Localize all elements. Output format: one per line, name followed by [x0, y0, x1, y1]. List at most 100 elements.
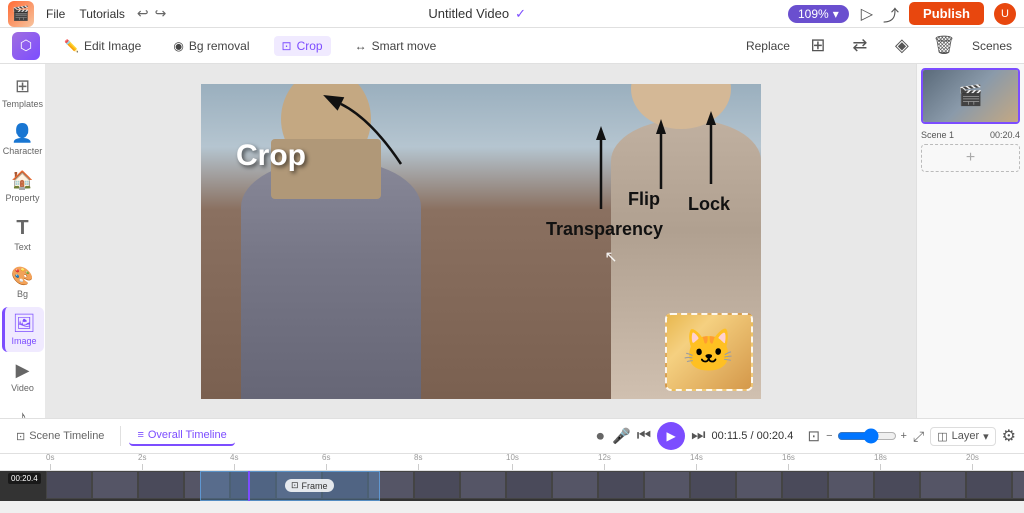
crop-tool[interactable]: ⊡ Crop [274, 36, 331, 56]
film-frame [828, 471, 874, 499]
timeline-controls: ⏺ 🎤 ⏮ ▶ ⏭ 00:11.5 / 00:20.4 ⊡ − + ⤢ ◫ La… [597, 422, 1016, 450]
sidebar-item-templates[interactable]: ⊞ Templates [2, 70, 44, 115]
layer-control[interactable]: ◫ Layer ▾ [930, 427, 995, 446]
ruler-tick-8s: 8s [414, 453, 422, 470]
zoom-out-icon[interactable]: − [826, 430, 832, 442]
toolbar-logo: ⬡ [12, 32, 40, 60]
main-area: ⊞ Templates 👤 Character 🏠 Property T Tex… [0, 64, 1024, 418]
caption-icon[interactable]: ⊡ [808, 427, 821, 445]
smart-move-tool[interactable]: ↔ Smart move [347, 36, 445, 56]
toolbar-right-actions: Replace ⊞ ⇄ ◈ 🗑 Scenes [746, 32, 1012, 60]
filmstrip-playhead [248, 471, 250, 501]
film-frame [644, 471, 690, 499]
layer-icon: ◫ [937, 430, 947, 443]
settings-icon[interactable]: ⚙ [1002, 426, 1016, 446]
character-icon: 👤 [11, 123, 33, 144]
share-icon[interactable]: ⤴ [883, 2, 899, 26]
document-title: Untitled Video ✓ [178, 6, 776, 22]
publish-button[interactable]: Publish [909, 2, 984, 25]
film-frame [414, 471, 460, 499]
skip-back-button[interactable]: ⏮ [637, 427, 651, 445]
cursor-indicator: ↖ [604, 247, 617, 267]
top-bar: 🎬 File Tutorials ↩ ↪ Untitled Video ✓ 10… [0, 0, 1024, 28]
zoom-slider-container: − + [826, 428, 907, 444]
ruler-tick-12s: 12s [598, 453, 611, 470]
film-frame [920, 471, 966, 499]
edit-image-tool[interactable]: ✏️ Edit Image [56, 36, 149, 56]
scene-timeline-icon: ⊡ [16, 430, 25, 443]
split-icon[interactable]: ⊞ [804, 32, 832, 60]
ruler-tick-16s: 16s [782, 453, 795, 470]
redo-button[interactable]: ↪ [155, 5, 167, 22]
overall-timeline-tab[interactable]: ≡ Overall Timeline [129, 426, 234, 446]
tutorials-menu[interactable]: Tutorials [79, 7, 125, 21]
film-frame [46, 471, 92, 499]
film-frame [506, 471, 552, 499]
sidebar-item-bg[interactable]: 🎨 Bg [2, 260, 44, 305]
templates-icon: ⊞ [15, 76, 30, 97]
property-icon: 🏠 [11, 170, 33, 191]
bg-removal-tool[interactable]: ◉ Bg removal [165, 36, 257, 56]
crop-arrow [321, 94, 441, 174]
add-scene-button[interactable]: + [921, 144, 1020, 172]
user-avatar[interactable]: U [994, 3, 1016, 25]
music-icon: ♪ [18, 407, 27, 418]
undo-button[interactable]: ↩ [137, 5, 149, 22]
replace-button[interactable]: Replace [746, 39, 790, 53]
overall-timeline-icon: ≡ [137, 429, 143, 441]
timeline-separator [120, 426, 121, 446]
film-frame [138, 471, 184, 499]
lock-annotation: Lock [686, 109, 736, 215]
edit-image-icon: ✏️ [64, 39, 79, 53]
ruler-tick-4s: 4s [230, 453, 238, 470]
ruler-tick-6s: 6s [322, 453, 330, 470]
scene-1-thumb[interactable]: 🎬 [921, 68, 1020, 124]
crop-annotation-label: Crop [236, 139, 306, 173]
crop-icon: ⊡ [282, 39, 292, 53]
play-preview-icon[interactable]: ▷ [861, 4, 873, 24]
scene-timestamp: 00:20.4 [8, 473, 41, 484]
scenes-panel: 🎬 Scene 1 00:20.4 + [916, 64, 1024, 418]
topbar-action-icons: ▷ ⤴ [861, 2, 899, 26]
sidebar-item-music[interactable]: ♪ Music [2, 401, 44, 418]
film-frame [1012, 471, 1024, 499]
transparency-annotation: Transparency [576, 124, 663, 240]
video-icon: ▶ [16, 360, 30, 381]
flip-icon[interactable]: ⇄ [846, 32, 874, 60]
sidebar-item-property[interactable]: 🏠 Property [2, 164, 44, 209]
timeline-bar: ⊡ Scene Timeline ≡ Overall Timeline ⏺ 🎤 … [0, 418, 1024, 453]
sidebar-item-image[interactable]: 🖼 Image [2, 307, 44, 352]
file-menu[interactable]: File [46, 7, 65, 21]
app-logo: 🎬 [8, 1, 34, 27]
bg-removal-icon: ◉ [173, 39, 183, 53]
cat-overlay-image[interactable]: 🐱 [665, 313, 753, 391]
scene-1-info: Scene 1 00:20.4 [921, 128, 1020, 140]
sidebar: ⊞ Templates 👤 Character 🏠 Property T Tex… [0, 64, 46, 418]
zoom-slider[interactable] [837, 428, 897, 444]
zoom-indicator[interactable]: 109% ▾ [788, 5, 849, 23]
sidebar-item-text[interactable]: T Text [2, 211, 44, 258]
film-frame [690, 471, 736, 499]
ruler-tick-0s: 0s [46, 453, 54, 470]
edit-toolbar: ⬡ ✏️ Edit Image ◉ Bg removal ⊡ Crop ↔ Sm… [0, 28, 1024, 64]
transparency-icon[interactable]: ◈ [888, 32, 916, 60]
scenes-label: Scenes [972, 39, 1012, 53]
smart-move-icon: ↔ [355, 39, 367, 53]
skip-forward-button[interactable]: ⏭ [691, 427, 705, 445]
mic-icon[interactable]: 🎤 [612, 427, 631, 445]
expand-icon[interactable]: ⤢ [913, 428, 924, 445]
film-frame [598, 471, 644, 499]
ruler-inner: 0s2s4s6s8s10s12s14s16s18s20s [46, 454, 1024, 470]
film-frame [92, 471, 138, 499]
bg-icon: 🎨 [11, 266, 33, 287]
sidebar-item-character[interactable]: 👤 Character [2, 117, 44, 162]
title-check-icon: ✓ [515, 6, 526, 22]
ruler-tick-18s: 18s [874, 453, 887, 470]
timeline-right-icons: ⊡ [808, 427, 821, 445]
zoom-in-icon[interactable]: + [901, 430, 907, 442]
sidebar-item-video[interactable]: ▶ Video [2, 354, 44, 399]
delete-icon[interactable]: 🗑 [930, 32, 958, 60]
scene-timeline-tab[interactable]: ⊡ Scene Timeline [8, 427, 112, 446]
play-button[interactable]: ▶ [657, 422, 685, 450]
record-icon[interactable]: ⏺ [597, 428, 605, 445]
